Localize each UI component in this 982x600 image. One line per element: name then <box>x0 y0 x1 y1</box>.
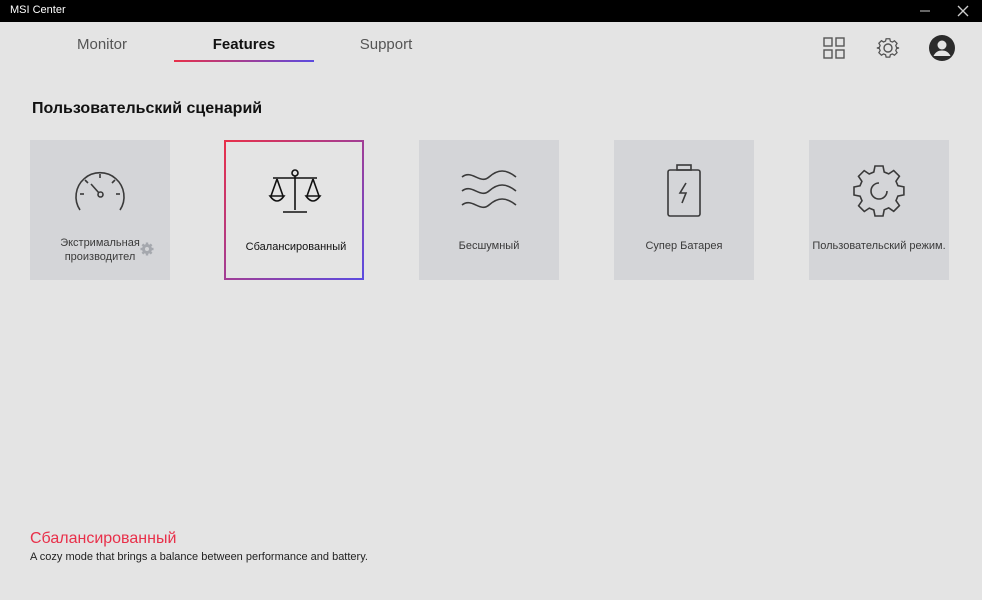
active-tab-indicator <box>174 60 314 62</box>
avatar-button[interactable] <box>928 34 956 62</box>
mode-card-user-mode[interactable]: Пользовательский режим. <box>809 140 949 280</box>
mode-card-super-battery[interactable]: Супер Батарея <box>614 140 754 280</box>
mode-card-label: Пользовательский режим. <box>812 240 946 252</box>
minimize-icon <box>920 10 930 12</box>
section-title: Пользовательский сценарий <box>32 100 263 117</box>
avatar-icon <box>929 35 955 61</box>
minimize-button[interactable] <box>910 0 940 22</box>
mode-card-label: Экстримальная производител <box>60 237 140 263</box>
tab-support[interactable]: Support <box>318 36 454 64</box>
battery-icon <box>667 164 701 217</box>
mode-card-balanced[interactable]: Сбалансированный <box>224 140 364 280</box>
card-settings-gear-icon[interactable] <box>140 242 154 256</box>
window-title: MSI Center <box>10 4 66 16</box>
mode-card-label: Бесшумный <box>458 240 520 252</box>
speedometer-icon <box>75 171 125 211</box>
grid-icon <box>823 37 845 59</box>
title-bar: MSI Center <box>0 0 982 22</box>
selected-mode-title: Сбалансированный <box>30 530 177 547</box>
close-icon <box>957 5 969 17</box>
mode-card-label: Сбалансированный <box>245 241 347 253</box>
gear-icon <box>853 165 905 217</box>
mode-card-label: Супер Батарея <box>645 240 723 252</box>
mode-card-silent[interactable]: Бесшумный <box>419 140 559 280</box>
mode-card-extreme-performance[interactable]: Экстримальная производител <box>30 140 170 280</box>
tab-monitor[interactable]: Monitor <box>40 36 164 64</box>
balance-scale-icon <box>268 169 322 213</box>
grid-button[interactable] <box>820 34 848 62</box>
settings-button[interactable] <box>874 34 902 62</box>
waves-icon <box>461 170 517 209</box>
gear-icon <box>876 38 900 58</box>
selected-mode-description: A cozy mode that brings a balance betwee… <box>30 551 368 563</box>
close-button[interactable] <box>948 0 978 22</box>
